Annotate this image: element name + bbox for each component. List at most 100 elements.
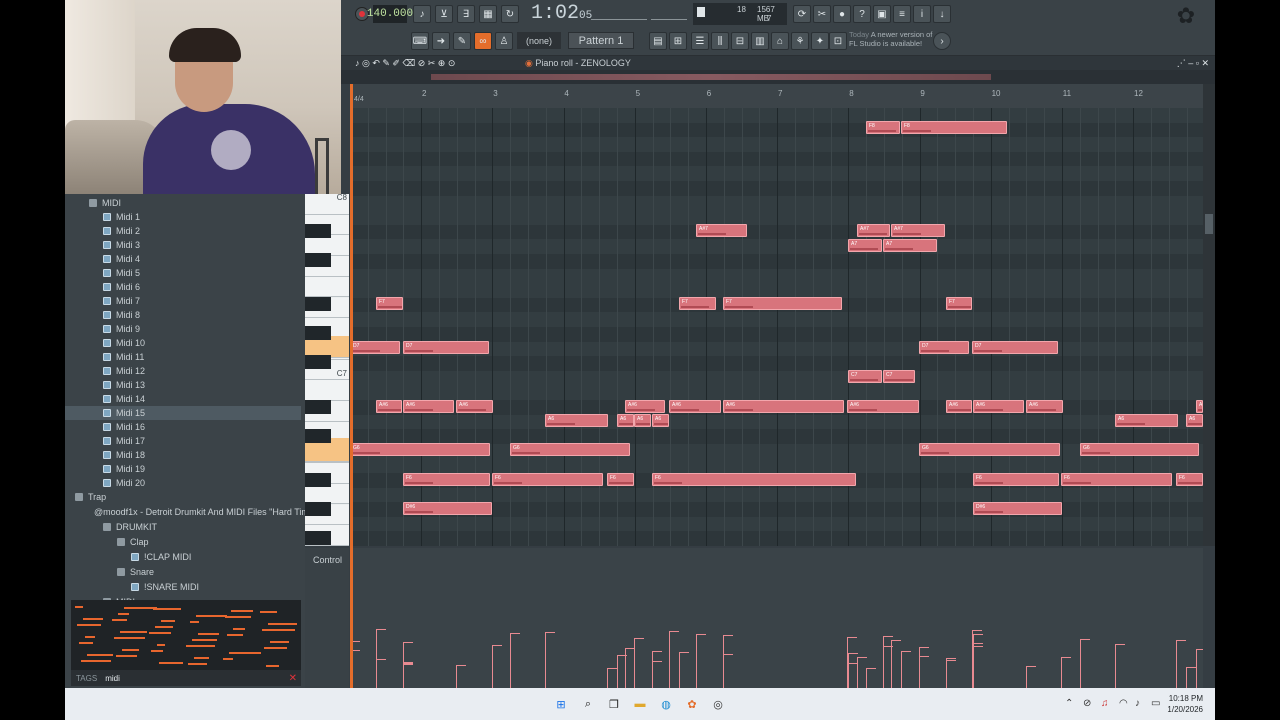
note[interactable]: F6 [652, 473, 856, 486]
browser-file[interactable]: Midi 5 [65, 266, 301, 280]
refresh-icon[interactable]: ⟳ [793, 5, 811, 23]
info-icon[interactable]: i [913, 5, 931, 23]
note[interactable]: F8 [901, 121, 1007, 134]
arrow-right-icon[interactable]: ➜ [432, 32, 450, 50]
velocity-bar[interactable] [946, 660, 956, 688]
velocity-bar[interactable] [866, 668, 876, 688]
velocity-bar[interactable] [652, 651, 662, 688]
control-panel-label[interactable]: Control [305, 548, 349, 688]
velocity-bar[interactable] [1026, 666, 1036, 688]
tray-chevron-icon[interactable]: ⌃ [1065, 698, 1073, 709]
piano-roll-scrollbar[interactable] [1203, 84, 1215, 546]
piano-roll-timeline[interactable]: 4/4 2 3 4 5 6 7 8 9 10 11 12 [350, 84, 1203, 108]
note[interactable]: A6 [1115, 414, 1178, 427]
piano-roll-icon[interactable]: ▥ [751, 32, 769, 50]
note[interactable]: G6 [919, 443, 1060, 456]
note[interactable]: A7 [883, 239, 937, 252]
pattern-selector[interactable]: Pattern 1 [568, 32, 634, 49]
browser-file[interactable]: Midi 2 [65, 224, 301, 238]
note[interactable]: F7 [376, 297, 403, 310]
browser-folder[interactable]: @moodf1x - Detroit Drumkit And MIDI File… [65, 505, 322, 519]
note[interactable]: F8 [866, 121, 900, 134]
note[interactable]: A#6 [973, 400, 1024, 413]
velocity-bar[interactable] [403, 663, 413, 688]
note[interactable]: C7 [848, 370, 882, 383]
velocity-bar[interactable] [919, 656, 929, 688]
browser-folder[interactable]: MIDI [65, 196, 301, 210]
velocity-bar[interactable] [891, 640, 901, 688]
mic-tray-icon[interactable]: ♫ [1101, 698, 1109, 709]
plugin-icon[interactable]: ⚘ [791, 32, 809, 50]
note[interactable]: F6 [607, 473, 634, 486]
velocity-bar[interactable] [607, 668, 617, 688]
browser-folder[interactable]: Clap [65, 535, 301, 549]
link-icon[interactable]: ∞ [474, 32, 492, 50]
note[interactable]: D#6 [403, 502, 492, 515]
note[interactable]: A#6 [669, 400, 721, 413]
countdown-icon[interactable]: ∃ [457, 5, 475, 23]
help-icon[interactable]: ? [853, 5, 871, 23]
piano-roll-tools-icon[interactable]: ♪ ◎ ↶ ✎ ✐ ⌫ ⊘ ✂ ⊕ ⊙ [355, 58, 455, 69]
note[interactable]: A#6 [625, 400, 665, 413]
velocity-bar[interactable] [634, 638, 644, 688]
browser-file[interactable]: Midi 6 [65, 280, 301, 294]
velocity-bar[interactable] [625, 648, 635, 688]
note[interactable]: A#6 [1026, 400, 1063, 413]
note[interactable]: C7 [883, 370, 915, 383]
pattern-clone-icon[interactable]: ▤ [649, 32, 667, 50]
velocity-bar[interactable] [1115, 644, 1125, 688]
velocity-bar[interactable] [492, 645, 502, 688]
news-panel[interactable]: Today A newer version of FL Studio is av… [849, 30, 939, 52]
black-key[interactable] [305, 429, 331, 443]
mic-icon[interactable]: ● [833, 5, 851, 23]
browser-file[interactable]: Midi 13 [65, 378, 301, 392]
browser-file[interactable]: !CLAP MIDI [65, 550, 301, 564]
note[interactable]: F6 [1176, 473, 1203, 486]
velocity-bar[interactable] [1196, 649, 1203, 688]
note[interactable]: A#7 [857, 224, 890, 237]
file-explorer-icon[interactable]: ▬ [632, 696, 648, 712]
black-key[interactable] [305, 502, 331, 516]
battery-icon[interactable]: ▭ [1151, 698, 1160, 709]
velocity-bar[interactable] [723, 654, 733, 688]
velocity-bar[interactable] [901, 651, 911, 688]
browser-icon[interactable]: ⌂ [771, 32, 789, 50]
note[interactable]: A#7 [696, 224, 747, 237]
browser-file[interactable]: Midi 1 [65, 210, 301, 224]
velocity-bar[interactable] [1186, 667, 1196, 688]
mixer-icon[interactable]: ≡ [893, 5, 911, 23]
browser-folder[interactable]: DRUMKIT [65, 520, 301, 534]
loop-record-icon[interactable]: ↻ [501, 5, 519, 23]
white-key[interactable] [305, 276, 349, 298]
velocity-bar[interactable] [848, 653, 858, 688]
browser-file[interactable]: Midi 18 [65, 448, 301, 462]
velocity-bar[interactable] [376, 659, 386, 688]
velocity-bar[interactable] [669, 631, 679, 688]
velocity-bar[interactable] [696, 634, 706, 688]
velocity-bar[interactable] [1061, 657, 1071, 688]
browser-file[interactable]: Midi 9 [65, 322, 301, 336]
browser-file[interactable]: Midi 3 [65, 238, 301, 252]
note[interactable]: D7 [350, 341, 400, 354]
browser-file[interactable]: Midi 4 [65, 252, 301, 266]
note[interactable]: A#6 [403, 400, 454, 413]
black-key[interactable] [305, 531, 331, 545]
note[interactable]: A6 [652, 414, 669, 427]
velocity-bar[interactable] [679, 652, 689, 688]
note[interactable]: A6 [1186, 414, 1203, 427]
piano-keyboard[interactable]: C8 C7 [305, 194, 349, 546]
note[interactable]: F6 [973, 473, 1059, 486]
step-seq-icon[interactable]: ⊞ [669, 32, 687, 50]
download-icon[interactable]: ↓ [933, 5, 951, 23]
velocity-bar[interactable] [510, 633, 520, 688]
obs-icon[interactable]: ◎ [710, 696, 726, 712]
tags-input[interactable]: midi [105, 674, 120, 683]
edge-icon[interactable]: ◍ [658, 696, 674, 712]
channel-rack-icon[interactable]: ⊟ [731, 32, 749, 50]
task-view-icon[interactable]: ❐ [606, 696, 622, 712]
tags-clear-icon[interactable]: ✕ [289, 673, 297, 684]
velocity-bar[interactable] [617, 655, 627, 688]
news-arrow-icon[interactable]: › [933, 32, 951, 50]
note[interactable]: F7 [679, 297, 716, 310]
velocity-bar[interactable] [857, 657, 867, 688]
